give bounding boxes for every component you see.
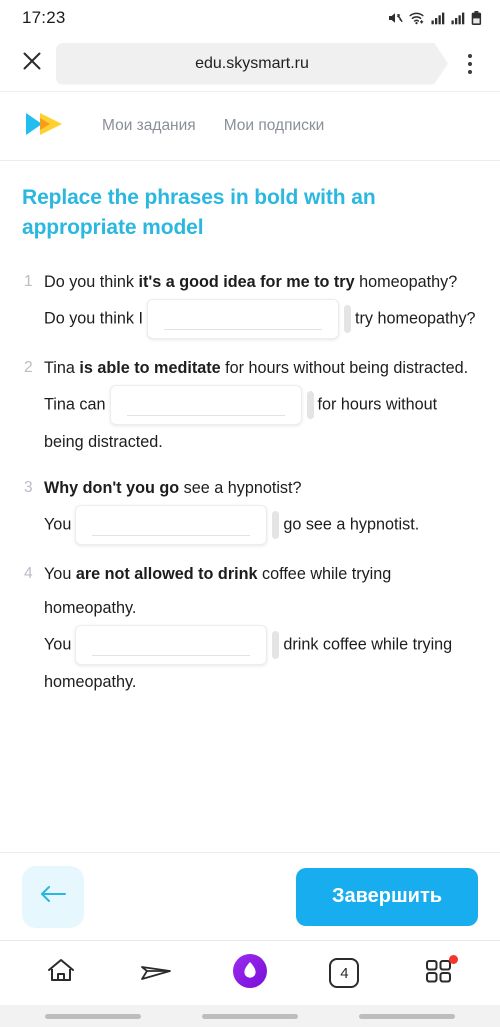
answer-line: You go see a hypnotist. — [44, 504, 478, 545]
answer-input-handle[interactable] — [306, 390, 314, 419]
answer-text-after: try homeopathy? — [354, 308, 476, 327]
question-number: 2 — [24, 358, 33, 376]
page-title: Replace the phrases in bold with an appr… — [22, 186, 376, 239]
overflow-menu-icon — [468, 53, 472, 58]
close-tab-button[interactable] — [10, 42, 54, 86]
answer-text-after: go see a hypnotist. — [283, 514, 420, 533]
answer-text-before: Tina can — [44, 394, 106, 413]
prompt-text-before: Do you think — [44, 272, 139, 291]
alice-assistant-icon — [231, 952, 269, 995]
answer-input[interactable] — [109, 384, 302, 425]
question-list: 1 Do you think it's a good idea for me t… — [22, 265, 478, 711]
gesture-pill[interactable] — [201, 1013, 298, 1019]
gesture-pill[interactable] — [44, 1013, 141, 1019]
answer-input-handle[interactable] — [272, 630, 280, 659]
question-prompt: Why don't you go see a hypnotist? — [44, 471, 478, 505]
answer-text-before: You — [44, 514, 72, 533]
overflow-menu-icon — [468, 69, 472, 74]
url-bar[interactable]: edu.skysmart.ru — [56, 43, 448, 85]
mute-icon — [387, 11, 404, 25]
apps-grid-button[interactable] — [410, 947, 468, 999]
prompt-text-after: homeopathy? — [354, 272, 458, 291]
nav-item-my-tasks[interactable]: Мои задания — [102, 117, 196, 135]
battery-icon — [471, 10, 482, 26]
tabs-button[interactable]: 4 — [315, 947, 373, 999]
status-bar: 17:23 — [0, 0, 500, 36]
question-body: Why don't you go see a hypnotist? You go … — [44, 471, 478, 545]
question-item: 3 Why don't you go see a hypnotist? You g… — [22, 471, 478, 545]
prompt-text-after: see a hypnotist? — [179, 478, 302, 497]
question-prompt: You are not allowed to drink coffee whil… — [44, 557, 478, 625]
prompt-bold-phrase: Why don't you go — [44, 478, 180, 497]
system-gesture-bar — [0, 1005, 500, 1027]
question-item: 1 Do you think it's a good idea for me t… — [22, 265, 478, 339]
alice-assistant-button[interactable] — [221, 947, 279, 999]
status-time: 17:23 — [22, 8, 66, 27]
answer-line: You drink coffee while trying homeopathy. — [44, 624, 478, 699]
answer-input[interactable] — [75, 624, 268, 665]
answer-input-wrap — [109, 384, 314, 425]
finish-button[interactable]: Завершить — [296, 867, 478, 926]
prompt-bold-phrase: are not allowed to drink — [75, 564, 258, 583]
share-icon — [139, 957, 173, 990]
back-button[interactable] — [22, 865, 84, 928]
signal-icon — [431, 11, 446, 25]
skysmart-logo[interactable] — [22, 109, 68, 143]
prompt-bold-phrase: is able to meditate — [79, 358, 221, 377]
question-number: 3 — [24, 478, 33, 496]
answer-input-wrap — [75, 624, 280, 665]
phone-screen: 17:23 edu.skysmart.ru Мои задания Мои по… — [0, 0, 500, 1027]
signal-icon — [451, 11, 466, 25]
question-body: Do you think it's a good idea for me to … — [44, 265, 478, 339]
answer-text-before: You — [44, 634, 72, 653]
prompt-bold-phrase: it's a good idea for me to try — [138, 272, 355, 291]
answer-line: Tina can for hours without being distract… — [44, 384, 478, 459]
answer-input[interactable] — [75, 504, 268, 545]
prompt-text-before: You — [44, 564, 76, 583]
tabs-icon: 4 — [329, 958, 360, 988]
answer-input-wrap — [75, 504, 280, 545]
question-item: 2 Tina is able to meditate for hours wit… — [22, 351, 478, 459]
question-number: 4 — [24, 564, 33, 582]
question-body: You are not allowed to drink coffee whil… — [44, 557, 478, 699]
notification-badge — [448, 955, 458, 964]
question-prompt: Do you think it's a good idea for me to … — [44, 265, 478, 299]
status-icon-group — [387, 10, 482, 26]
back-arrow-icon — [38, 882, 68, 911]
gesture-pill[interactable] — [359, 1013, 456, 1019]
site-nav: Мои задания Мои подписки — [102, 117, 324, 135]
home-icon — [46, 957, 76, 990]
home-button[interactable] — [32, 947, 90, 999]
tab-count-label: 4 — [340, 964, 349, 982]
answer-text-before: Do you think I — [44, 308, 143, 327]
prompt-text-before: Tina — [44, 358, 80, 377]
share-button[interactable] — [127, 947, 185, 999]
url-text: edu.skysmart.ru — [195, 54, 309, 72]
answer-input[interactable] — [146, 298, 339, 339]
browser-menu-button[interactable] — [452, 42, 488, 86]
finish-button-label: Завершить — [331, 885, 443, 907]
site-header: Мои задания Мои подписки — [0, 91, 500, 161]
overflow-menu-icon — [468, 61, 472, 66]
wifi-icon — [409, 11, 426, 25]
answer-line: Do you think I try homeopathy? — [44, 298, 478, 339]
task-content: Replace the phrases in bold with an appr… — [0, 161, 500, 852]
browser-address-bar: edu.skysmart.ru — [0, 36, 500, 91]
close-icon — [20, 49, 44, 78]
answer-input-handle[interactable] — [272, 510, 280, 539]
answer-input-wrap — [146, 298, 351, 339]
footer-actions: Завершить — [0, 852, 500, 940]
question-body: Tina is able to meditate for hours witho… — [44, 351, 478, 459]
question-item: 4 You are not allowed to drink coffee wh… — [22, 557, 478, 699]
question-prompt: Tina is able to meditate for hours witho… — [44, 351, 478, 385]
question-number: 1 — [24, 272, 33, 290]
prompt-text-after: for hours without being distracted. — [220, 358, 469, 377]
browser-bottom-nav: 4 — [0, 940, 500, 1005]
answer-input-handle[interactable] — [343, 304, 351, 333]
nav-item-my-subscriptions[interactable]: Мои подписки — [224, 117, 325, 135]
